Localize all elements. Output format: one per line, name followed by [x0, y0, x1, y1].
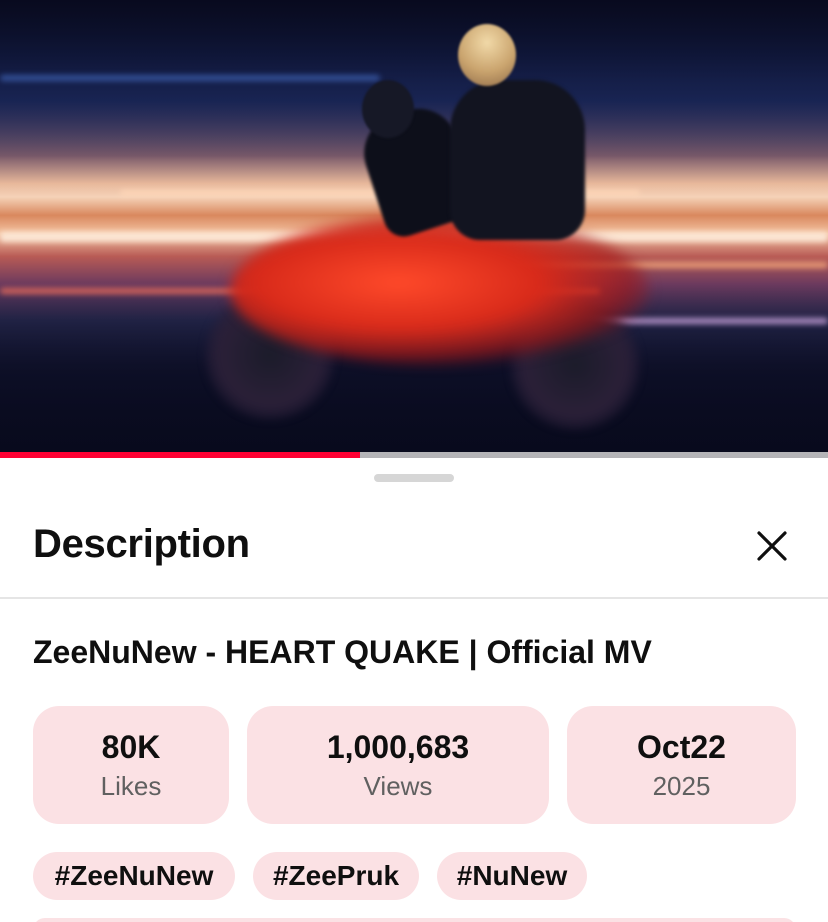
close-button[interactable] — [748, 522, 796, 570]
publish-year: 2025 — [652, 771, 711, 801]
likes-count: 80K — [101, 729, 161, 765]
drag-handle[interactable] — [374, 474, 454, 482]
close-icon — [757, 531, 787, 561]
hashtag-zeenunew[interactable]: #ZeeNuNew — [33, 852, 235, 900]
divider — [0, 597, 828, 599]
publish-date: Oct22 — [637, 729, 726, 765]
likes-label: Likes — [100, 771, 162, 801]
light-streak — [0, 75, 380, 81]
motorcycle-image — [230, 215, 650, 365]
rider-front-head — [362, 80, 414, 138]
date-stat: Oct22 2025 — [567, 706, 796, 824]
views-count: 1,000,683 — [326, 729, 470, 765]
views-stat: 1,000,683 Views — [247, 706, 549, 824]
hashtag-nunew[interactable]: #NuNew — [437, 852, 587, 900]
hashtag-zeepruk[interactable]: #ZeePruk — [253, 852, 419, 900]
next-section-card — [33, 918, 796, 922]
rider-back-head — [458, 24, 516, 86]
description-sheet: Description ZeeNuNew - HEART QUAKE | Off… — [0, 458, 828, 922]
video-title: ZeeNuNew - HEART QUAKE | Official MV — [33, 634, 652, 670]
rider-back-body — [450, 80, 585, 240]
sheet-title: Description — [33, 522, 250, 566]
likes-stat: 80K Likes — [33, 706, 229, 824]
video-player[interactable] — [0, 0, 828, 458]
views-label: Views — [363, 771, 433, 801]
